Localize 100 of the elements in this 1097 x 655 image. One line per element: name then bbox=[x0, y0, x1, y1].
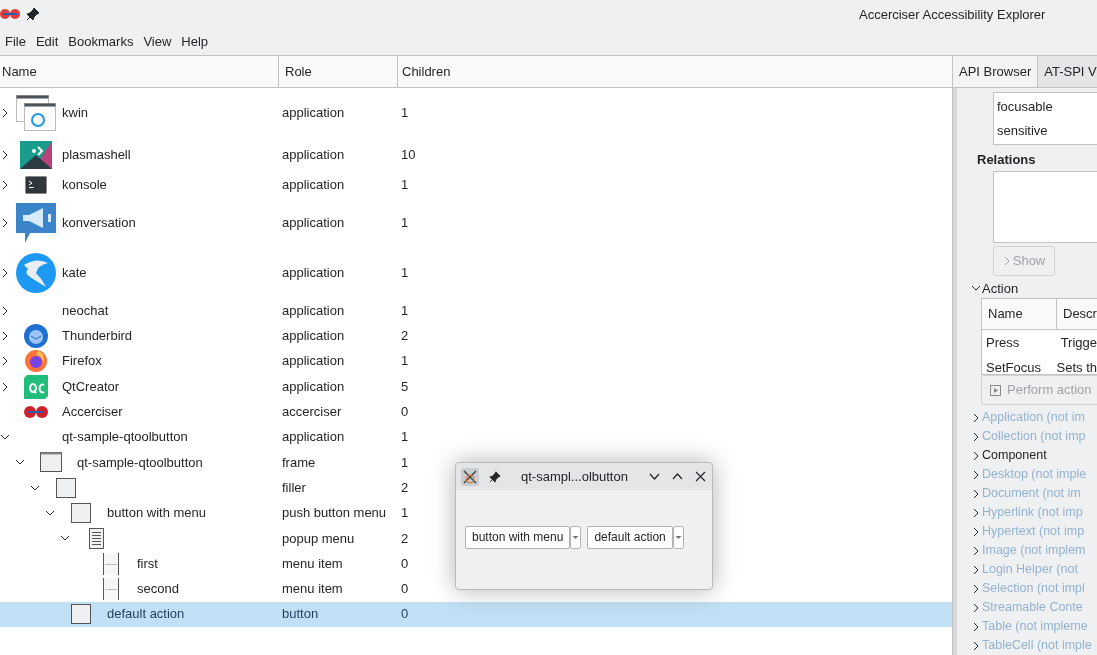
object-name: konversation bbox=[62, 214, 136, 233]
chevron-icon[interactable] bbox=[971, 526, 981, 537]
square-icon bbox=[71, 604, 91, 625]
tab[interactable]: AT-SPI V bbox=[1038, 56, 1097, 87]
tab[interactable]: API Browser bbox=[953, 56, 1039, 87]
object-name: kwin bbox=[62, 104, 88, 123]
qc-logo-icon bbox=[24, 374, 48, 399]
role-text: menu item bbox=[281, 580, 344, 599]
chevron-icon[interactable] bbox=[971, 431, 981, 442]
menu-item[interactable]: File bbox=[0, 28, 31, 55]
section-heading: Relations bbox=[977, 151, 1037, 170]
column-header[interactable]: Descr bbox=[1057, 299, 1097, 329]
chevron-icon[interactable] bbox=[0, 268, 10, 278]
role-text: menu item bbox=[281, 554, 344, 573]
role-text: frame bbox=[281, 453, 317, 472]
dumbbell-icon bbox=[0, 6, 20, 22]
menu-item[interactable]: Edit bbox=[30, 28, 64, 55]
role-text: button bbox=[281, 605, 320, 624]
chevron-icon[interactable] bbox=[0, 108, 10, 118]
chevron-icon[interactable] bbox=[971, 640, 981, 651]
chevron-icon[interactable] bbox=[45, 508, 55, 518]
object-name: Thunderbird bbox=[62, 327, 133, 346]
children-count: 2 bbox=[400, 478, 409, 497]
role-text: application bbox=[281, 146, 346, 165]
chevron-icon[interactable] bbox=[971, 545, 981, 556]
role-text: push button menu bbox=[281, 504, 388, 523]
role-text: application bbox=[281, 104, 346, 123]
chevron-icon[interactable] bbox=[971, 621, 981, 632]
megaphone-icon bbox=[16, 203, 56, 243]
object-name: first bbox=[137, 554, 158, 573]
role-text: application bbox=[281, 214, 346, 233]
object-name: button with menu bbox=[107, 504, 206, 523]
chevron-icon[interactable] bbox=[971, 412, 981, 423]
pin-icon[interactable] bbox=[26, 7, 40, 21]
menu-item[interactable]: Help bbox=[176, 28, 214, 55]
children-count: 1 bbox=[400, 104, 409, 123]
role-text: application bbox=[281, 176, 346, 195]
object-name: Firefox bbox=[62, 352, 102, 371]
chevron-icon[interactable] bbox=[971, 583, 981, 594]
column-header[interactable]: Role bbox=[279, 56, 398, 87]
fox-icon bbox=[24, 349, 48, 374]
square-icon bbox=[71, 503, 91, 523]
chevron-icon[interactable] bbox=[971, 488, 981, 499]
children-count: 1 bbox=[400, 176, 409, 195]
chevron-icon[interactable] bbox=[0, 150, 10, 160]
object-name: qt-sample-qtoolbutton bbox=[62, 428, 188, 447]
object-name: konsole bbox=[62, 176, 107, 195]
menu-item[interactable]: Bookmarks bbox=[63, 28, 139, 55]
role-text: application bbox=[281, 352, 346, 371]
table-cell-text: Press bbox=[985, 333, 1021, 352]
object-name: second bbox=[137, 580, 179, 599]
chevron-icon[interactable] bbox=[0, 330, 10, 341]
object-name: kate bbox=[62, 264, 87, 283]
tool-button[interactable]: default action bbox=[587, 525, 673, 549]
chevron-icon[interactable] bbox=[971, 450, 981, 461]
interface-item[interactable]: Component bbox=[982, 446, 1047, 465]
close-icon[interactable] bbox=[694, 470, 707, 483]
chevron-icon bbox=[1002, 255, 1011, 266]
children-count: 5 bbox=[400, 377, 409, 396]
column-header[interactable]: Children bbox=[398, 56, 952, 87]
children-count: 0 bbox=[400, 403, 409, 422]
role-text: application bbox=[281, 327, 346, 346]
pin-icon[interactable] bbox=[489, 470, 501, 483]
window-stack-icon bbox=[16, 95, 56, 131]
children-count: 0 bbox=[400, 605, 409, 624]
chevron-icon[interactable] bbox=[0, 180, 10, 190]
mail-bird-icon bbox=[24, 323, 48, 348]
role-text: filler bbox=[281, 478, 307, 497]
children-count: 1 bbox=[400, 301, 409, 320]
chevron-icon[interactable] bbox=[971, 469, 981, 480]
chevron-icon[interactable] bbox=[0, 218, 10, 228]
children-count: 1 bbox=[400, 428, 409, 447]
chevron-icon[interactable] bbox=[971, 564, 981, 575]
column-header[interactable]: Name bbox=[0, 56, 279, 87]
object-name: Accerciser bbox=[62, 403, 123, 422]
column-header[interactable]: Name bbox=[982, 299, 1057, 329]
role-text: application bbox=[281, 264, 346, 283]
children-count: 0 bbox=[400, 554, 409, 573]
play-icon bbox=[990, 384, 1001, 396]
chevron-icon[interactable] bbox=[0, 305, 10, 316]
selected-row-highlight[interactable]: default action button 0 bbox=[0, 601, 952, 627]
role-text: application bbox=[281, 428, 346, 447]
plasma-icon bbox=[20, 141, 52, 169]
chevron-icon[interactable] bbox=[0, 356, 10, 367]
object-name: default action bbox=[107, 605, 185, 624]
object-name: qt-sample-qtoolbutton bbox=[77, 453, 203, 472]
table-cell-text: Sets th bbox=[1055, 358, 1097, 374]
state-item[interactable]: sensitive bbox=[997, 121, 1097, 141]
children-count: 1 bbox=[400, 453, 409, 472]
chevron-icon[interactable] bbox=[971, 602, 981, 613]
children-count: 2 bbox=[400, 327, 409, 346]
chevron-icon[interactable] bbox=[0, 381, 10, 392]
state-item[interactable]: focusable bbox=[997, 96, 1097, 117]
children-count: 10 bbox=[400, 146, 416, 165]
menu-item[interactable]: View bbox=[138, 28, 177, 55]
children-count: 1 bbox=[400, 214, 409, 233]
object-name: neochat bbox=[62, 301, 109, 320]
tool-button[interactable]: button with menu bbox=[465, 525, 571, 549]
chevron-icon[interactable] bbox=[971, 507, 981, 518]
list-icon bbox=[88, 527, 104, 549]
